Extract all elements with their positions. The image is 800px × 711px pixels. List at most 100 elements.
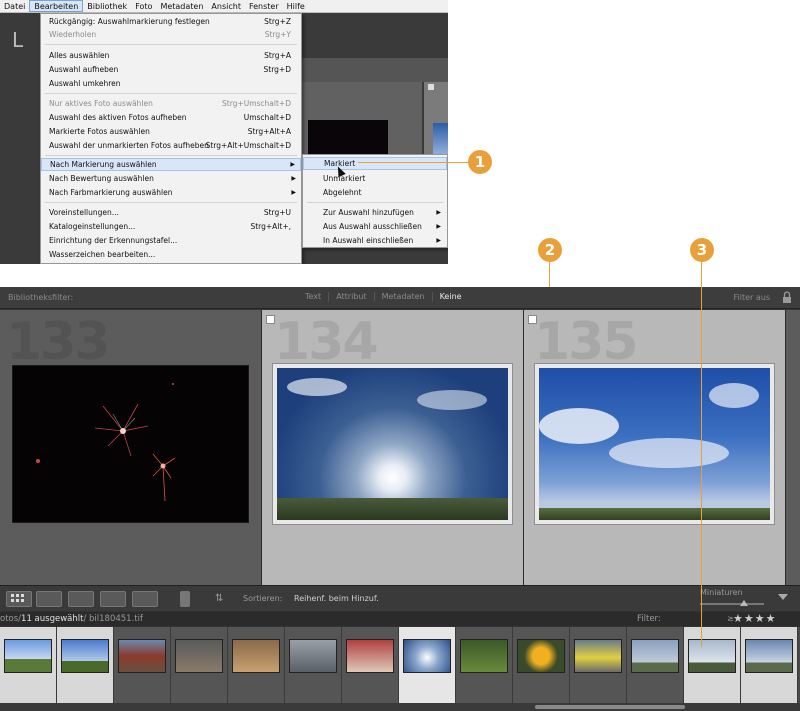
shortcut: Strg+A — [264, 51, 291, 60]
grid-cell-selected[interactable]: 135 — [524, 310, 786, 585]
filmstrip-cell[interactable] — [627, 627, 684, 703]
filmstrip-thumbnail[interactable] — [118, 639, 166, 673]
menu-item-select-by-flag[interactable]: Nach Markierung auswählen ▶ — [41, 158, 301, 171]
menu-item-deselect-active[interactable]: Auswahl des aktiven Fotos aufheben Umscha… — [41, 111, 301, 124]
menu-foto[interactable]: Foto — [131, 0, 156, 12]
menu-item-preferences[interactable]: Voreinstellungen... Strg+U — [41, 206, 301, 219]
menu-item-label: Katalogeinstellungen... — [49, 222, 136, 231]
filmstrip-thumbnail[interactable] — [4, 639, 52, 673]
filter-tab-metadata[interactable]: Metadaten — [373, 292, 432, 301]
source-path[interactable]: otos/11 ausgewählt/ bil180451.tif — [0, 614, 143, 624]
shortcut: Strg+U — [263, 208, 291, 217]
menu-item-label: Auswahl aufheben — [49, 65, 119, 74]
filmstrip-thumbnail[interactable] — [61, 639, 109, 673]
menu-item-invert-selection[interactable]: Auswahl umkehren — [41, 77, 301, 90]
menu-item-select-all[interactable]: Alles auswählen Strg+A — [41, 49, 301, 62]
menu-separator — [45, 93, 297, 94]
filmstrip-thumbnail[interactable] — [745, 639, 793, 673]
menu-ansicht[interactable]: Ansicht — [207, 0, 245, 12]
menu-item-select-flagged[interactable]: Markierte Fotos auswählen Strg+Alt+A — [41, 125, 301, 138]
thumbnail-size-slider[interactable] — [700, 603, 764, 605]
photo-thumbnail[interactable] — [12, 365, 249, 523]
filmstrip-thumbnail[interactable] — [631, 639, 679, 673]
filter-tab-text[interactable]: Text — [298, 292, 328, 301]
grid-cell-selected[interactable]: 134 — [262, 310, 524, 585]
filmstrip-thumbnail[interactable] — [517, 639, 565, 673]
sky-sun-photo — [277, 368, 508, 520]
shortcut: Strg+Alt+Umschalt+D — [205, 141, 291, 150]
menu-item-label: Voreinstellungen... — [49, 208, 119, 217]
menu-item-select-by-color[interactable]: Nach Farbmarkierung auswählen ▶ — [41, 186, 301, 199]
flag-icon — [428, 84, 434, 90]
filmstrip-thumbnail[interactable] — [289, 639, 337, 673]
menu-item-watermark[interactable]: Wasserzeichen bearbeiten... — [41, 248, 301, 261]
shortcut: Strg+Alt+A — [247, 127, 291, 136]
painter-icon[interactable] — [180, 591, 190, 607]
menu-bibliothek[interactable]: Bibliothek — [83, 0, 131, 12]
toolbar-options-icon[interactable] — [778, 594, 788, 600]
current-filename: / bil180451.tif — [83, 614, 143, 624]
grid-view-icon[interactable] — [6, 591, 32, 607]
menu-item-label: Nach Bewertung auswählen — [49, 174, 154, 183]
sort-dropdown[interactable]: Reihenf. beim Hinzuf. — [294, 594, 379, 603]
menu-item-deselect-unflagged[interactable]: Auswahl der unmarkierten Fotos aufheben S… — [41, 139, 301, 152]
filmstrip-thumbnail[interactable] — [232, 639, 280, 673]
menu-item-redo: Wiederholen Strg+Y — [41, 28, 301, 41]
filmstrip-cell[interactable] — [570, 627, 627, 703]
filmstrip-cell[interactable] — [228, 627, 285, 703]
menu-bearbeiten[interactable]: Bearbeiten — [29, 0, 84, 12]
filter-tab-none[interactable]: Keine — [431, 292, 469, 301]
loupe-view-icon[interactable] — [36, 591, 62, 607]
filmstrip-cell[interactable] — [342, 627, 399, 703]
menu-item-deselect[interactable]: Auswahl aufheben Strg+D — [41, 63, 301, 76]
filmstrip-cell-selected[interactable] — [57, 627, 114, 703]
menu-item-identity-plate[interactable]: Einrichtung der Erkennungstafel... — [41, 234, 301, 247]
scrollbar-thumb[interactable] — [535, 705, 685, 709]
menu-hilfe[interactable]: Hilfe — [283, 0, 309, 12]
compare-view-icon[interactable] — [68, 591, 94, 607]
submenu-item-include-in-selection[interactable]: In Auswahl einschließen ▶ — [303, 234, 447, 247]
filmstrip-thumbnail[interactable] — [175, 639, 223, 673]
menu-item-label: Nur aktives Foto auswählen — [49, 99, 153, 108]
filmstrip-cell-selected[interactable] — [684, 627, 741, 703]
submenu-item-flagged[interactable]: Markiert — [303, 157, 447, 170]
filmstrip-cell[interactable] — [171, 627, 228, 703]
submenu-item-unflagged[interactable]: Unmarkiert — [303, 172, 447, 185]
filmstrip-cell[interactable] — [114, 627, 171, 703]
filmstrip-cell[interactable] — [456, 627, 513, 703]
submenu-item-exclude-from-selection[interactable]: Aus Auswahl ausschließen ▶ — [303, 220, 447, 233]
sort-direction-icon[interactable]: ⇅ — [215, 593, 223, 604]
menu-datei[interactable]: Datei — [0, 0, 29, 12]
photo-thumbnail[interactable] — [272, 363, 513, 525]
filmstrip-cell-selected[interactable] — [741, 627, 798, 703]
menu-item-undo[interactable]: Rückgängig: Auswahlmarkierung festlegen S… — [41, 15, 301, 28]
photo-thumbnail[interactable] — [534, 363, 775, 525]
grid-cell[interactable]: 133 — [0, 310, 262, 585]
filter-preset-dropdown[interactable]: Filter aus — [734, 293, 771, 302]
filmstrip-thumbnail[interactable] — [403, 639, 451, 673]
rating-filter-stars[interactable]: ★★★★ — [733, 612, 776, 625]
filmstrip-cell[interactable] — [285, 627, 342, 703]
sort-label: Sortieren: — [243, 594, 283, 603]
filmstrip-thumbnail[interactable] — [346, 639, 394, 673]
menu-metadaten[interactable]: Metadaten — [156, 0, 207, 12]
filmstrip-thumbnail[interactable] — [574, 639, 622, 673]
filmstrip-cell-selected[interactable] — [0, 627, 57, 703]
filmstrip-scrollbar[interactable] — [0, 703, 800, 711]
menu-item-label: Nach Farbmarkierung auswählen — [49, 188, 173, 197]
people-view-icon[interactable] — [132, 591, 158, 607]
filmstrip-thumbnail[interactable] — [460, 639, 508, 673]
survey-view-icon[interactable] — [100, 591, 126, 607]
slider-knob-icon[interactable] — [740, 600, 748, 606]
filmstrip-thumbnail[interactable] — [688, 639, 736, 673]
filmstrip-cell[interactable] — [513, 627, 570, 703]
menu-fenster[interactable]: Fenster — [245, 0, 283, 12]
lock-icon[interactable] — [782, 291, 792, 304]
submenu-item-add-to-selection[interactable]: Zur Auswahl hinzufügen ▶ — [303, 206, 447, 219]
menu-item-select-by-rating[interactable]: Nach Bewertung auswählen ▶ — [41, 172, 301, 185]
filmstrip-cell-active[interactable] — [399, 627, 456, 703]
menu-item-catalog-settings[interactable]: Katalogeinstellungen... Strg+Alt+, — [41, 220, 301, 233]
filter-tab-attribute[interactable]: Attribut — [328, 292, 373, 301]
submenu-item-rejected[interactable]: Abgelehnt — [303, 186, 447, 199]
grid-scrollbar[interactable] — [786, 310, 800, 585]
